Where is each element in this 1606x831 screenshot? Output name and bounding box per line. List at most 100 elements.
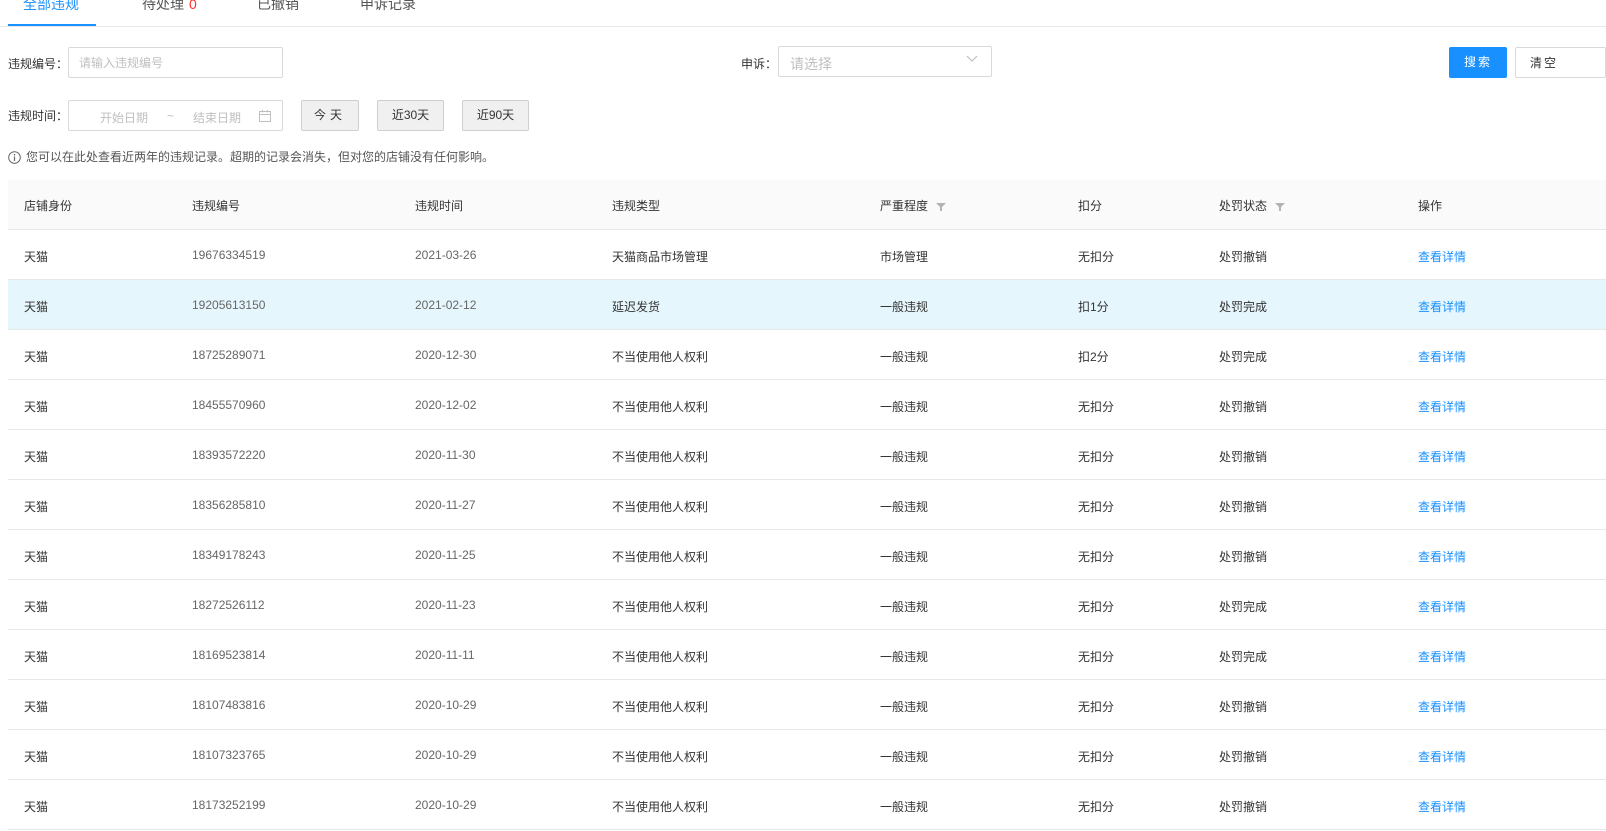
tab-appeal-records[interactable]: 申诉记录 bbox=[360, 0, 416, 14]
view-details-link[interactable]: 查看详情 bbox=[1418, 598, 1466, 615]
col-action: 操作 bbox=[1418, 199, 1443, 213]
cell-penalty-status: 处罚撤销 bbox=[1219, 700, 1268, 714]
cell-penalty-status: 处罚撤销 bbox=[1219, 550, 1268, 564]
cell-penalty-status: 处罚完成 bbox=[1219, 650, 1268, 664]
tab-pending[interactable]: 待处理 0 bbox=[142, 0, 197, 14]
violation-no-input[interactable] bbox=[68, 47, 283, 78]
filter-icon[interactable] bbox=[936, 202, 947, 212]
cell-penalty-status: 处罚完成 bbox=[1219, 350, 1268, 364]
view-details-link[interactable]: 查看详情 bbox=[1418, 748, 1466, 765]
calendar-icon bbox=[259, 110, 271, 122]
col-violation-type: 违规类型 bbox=[612, 199, 661, 213]
violation-time-label: 违规时间： bbox=[8, 109, 69, 123]
view-details-link[interactable]: 查看详情 bbox=[1418, 348, 1466, 365]
appeal-select[interactable]: 请选择 bbox=[778, 46, 992, 77]
tab-revoked[interactable]: 已撤销 bbox=[257, 0, 299, 14]
cell-store-identity: 天猫 bbox=[24, 600, 49, 614]
cell-violation-time: 2020-11-23 bbox=[415, 598, 476, 612]
cell-penalty-status: 处罚完成 bbox=[1219, 300, 1268, 314]
filter-icon[interactable] bbox=[1275, 202, 1286, 212]
cell-severity: 一般违规 bbox=[880, 650, 929, 664]
view-details-link[interactable]: 查看详情 bbox=[1418, 698, 1466, 715]
view-details-link[interactable]: 查看详情 bbox=[1418, 798, 1466, 815]
cell-penalty-status: 处罚撤销 bbox=[1219, 750, 1268, 764]
cell-store-identity: 天猫 bbox=[24, 350, 49, 364]
table-row: 天猫 18725289071 2020-12-30 不当使用他人权利 一般违规 … bbox=[8, 330, 1606, 380]
view-details-link[interactable]: 查看详情 bbox=[1418, 498, 1466, 515]
cell-deduction: 无扣分 bbox=[1078, 650, 1115, 664]
today-button[interactable]: 今天 bbox=[301, 100, 359, 131]
view-details-link[interactable]: 查看详情 bbox=[1418, 548, 1466, 565]
cell-violation-time: 2020-12-02 bbox=[415, 398, 477, 412]
view-details-link[interactable]: 查看详情 bbox=[1418, 448, 1466, 465]
view-details-link[interactable]: 查看详情 bbox=[1418, 298, 1466, 315]
cell-severity: 一般违规 bbox=[880, 350, 929, 364]
cell-violation-type: 天猫商品市场管理 bbox=[612, 250, 709, 264]
start-date-input[interactable]: 开始日期 bbox=[100, 109, 148, 126]
cell-store-identity: 天猫 bbox=[24, 300, 49, 314]
cell-deduction: 无扣分 bbox=[1078, 550, 1115, 564]
view-details-link[interactable]: 查看详情 bbox=[1418, 648, 1466, 665]
cell-deduction: 无扣分 bbox=[1078, 500, 1115, 514]
info-circle-icon bbox=[8, 151, 21, 164]
cell-violation-no: 18272526112 bbox=[192, 598, 265, 612]
cell-store-identity: 天猫 bbox=[24, 500, 49, 514]
table-row: 天猫 18173252199 2020-10-29 不当使用他人权利 一般违规 … bbox=[8, 780, 1606, 830]
table-row: 天猫 19205613150 2021-02-12 延迟发货 一般违规 扣1分 … bbox=[8, 280, 1606, 330]
violations-table: 店铺身份 违规编号 违规时间 违规类型 严重程度 扣分 处罚状态 操作 天猫 1… bbox=[8, 180, 1606, 830]
cell-violation-type: 不当使用他人权利 bbox=[612, 800, 709, 814]
cell-store-identity: 天猫 bbox=[24, 750, 49, 764]
cell-deduction: 扣1分 bbox=[1078, 300, 1109, 314]
cell-deduction: 无扣分 bbox=[1078, 400, 1115, 414]
cell-violation-time: 2020-11-11 bbox=[415, 648, 475, 662]
table-row: 天猫 18107483816 2020-10-29 不当使用他人权利 一般违规 … bbox=[8, 680, 1606, 730]
table-row: 天猫 18455570960 2020-12-02 不当使用他人权利 一般违规 … bbox=[8, 380, 1606, 430]
tab-label: 申诉记录 bbox=[360, 0, 416, 12]
table-row: 天猫 18349178243 2020-11-25 不当使用他人权利 一般违规 … bbox=[8, 530, 1606, 580]
cell-violation-time: 2020-10-29 bbox=[415, 698, 477, 712]
cell-penalty-status: 处罚完成 bbox=[1219, 600, 1268, 614]
cell-violation-no: 18455570960 bbox=[192, 398, 266, 412]
last-90-days-button[interactable]: 近90天 bbox=[462, 100, 529, 131]
last-30-days-button[interactable]: 近30天 bbox=[377, 100, 444, 131]
cell-deduction: 无扣分 bbox=[1078, 750, 1115, 764]
cell-severity: 市场管理 bbox=[880, 250, 929, 264]
appeal-select-placeholder: 请选择 bbox=[790, 56, 832, 72]
table-row: 天猫 18107323765 2020-10-29 不当使用他人权利 一般违规 … bbox=[8, 730, 1606, 780]
cell-severity: 一般违规 bbox=[880, 300, 929, 314]
cell-penalty-status: 处罚撤销 bbox=[1219, 400, 1268, 414]
cell-violation-time: 2020-11-27 bbox=[415, 498, 476, 512]
col-violation-no: 违规编号 bbox=[192, 199, 241, 213]
cell-violation-type: 不当使用他人权利 bbox=[612, 700, 709, 714]
cell-violation-type: 不当使用他人权利 bbox=[612, 450, 709, 464]
cell-deduction: 无扣分 bbox=[1078, 600, 1115, 614]
cell-violation-no: 18725289071 bbox=[192, 348, 266, 362]
cell-violation-no: 18107483816 bbox=[192, 698, 266, 712]
search-button[interactable]: 搜索 bbox=[1449, 47, 1507, 78]
cell-violation-type: 不当使用他人权利 bbox=[612, 600, 709, 614]
table-header: 店铺身份 违规编号 违规时间 违规类型 严重程度 扣分 处罚状态 操作 bbox=[8, 180, 1606, 230]
cell-violation-no: 19205613150 bbox=[192, 298, 266, 312]
tab-all-violations[interactable]: 全部违规 bbox=[23, 0, 79, 14]
cell-penalty-status: 处罚撤销 bbox=[1219, 800, 1268, 814]
view-details-link[interactable]: 查看详情 bbox=[1418, 248, 1466, 265]
cell-violation-time: 2020-11-30 bbox=[415, 448, 476, 462]
cell-violation-time: 2020-10-29 bbox=[415, 748, 477, 762]
end-date-input[interactable]: 结束日期 bbox=[193, 109, 241, 126]
cell-violation-type: 不当使用他人权利 bbox=[612, 350, 709, 364]
cell-deduction: 无扣分 bbox=[1078, 450, 1115, 464]
violation-no-label: 违规编号： bbox=[8, 57, 69, 71]
date-range-picker[interactable]: 开始日期 ~ 结束日期 bbox=[68, 100, 283, 131]
cell-store-identity: 天猫 bbox=[24, 550, 49, 564]
chevron-down-icon bbox=[966, 55, 978, 62]
cell-violation-no: 18169523814 bbox=[192, 648, 266, 662]
cell-violation-no: 18356285810 bbox=[192, 498, 266, 512]
view-details-link[interactable]: 查看详情 bbox=[1418, 398, 1466, 415]
col-penalty-status: 处罚状态 bbox=[1219, 197, 1286, 214]
cell-severity: 一般违规 bbox=[880, 800, 929, 814]
cell-store-identity: 天猫 bbox=[24, 400, 49, 414]
cell-store-identity: 天猫 bbox=[24, 250, 49, 264]
cell-violation-type: 不当使用他人权利 bbox=[612, 400, 709, 414]
clear-button[interactable]: 清空 bbox=[1515, 47, 1606, 78]
cell-penalty-status: 处罚撤销 bbox=[1219, 250, 1268, 264]
